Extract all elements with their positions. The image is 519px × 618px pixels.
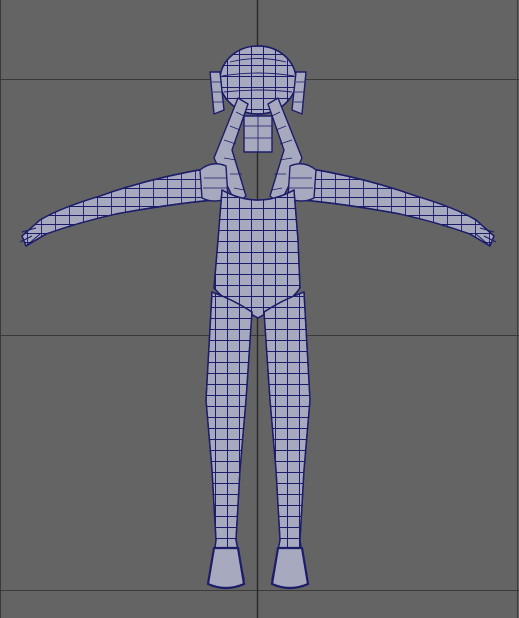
viewport-panel[interactable] [0,0,519,618]
mesh-arm-left[interactable] [19,167,215,247]
viewport-canvas[interactable] [0,0,519,618]
mesh-head[interactable] [219,45,297,115]
mesh-leg-left[interactable] [205,291,253,585]
mesh-foot-right[interactable] [270,546,310,590]
mesh-foot-left[interactable] [206,546,246,590]
mesh-leg-right[interactable] [263,291,311,585]
mesh-arm-right[interactable] [301,167,497,247]
mesh-neck[interactable] [243,115,273,153]
